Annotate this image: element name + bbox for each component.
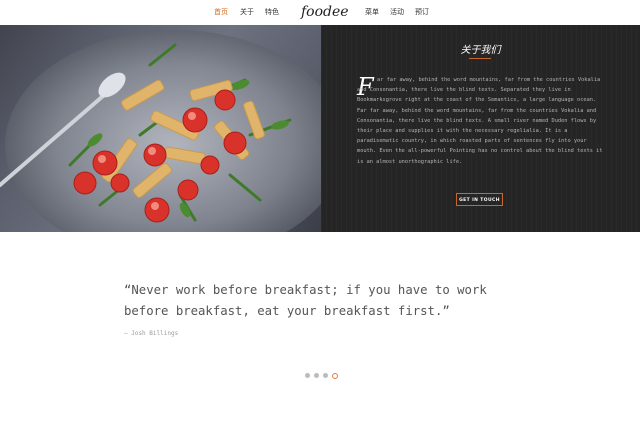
nav-item-home[interactable]: 首页 [214, 0, 228, 25]
nav-item-features[interactable]: 特色 [265, 0, 279, 25]
about-title: 关于我们 [460, 45, 501, 56]
title-divider [469, 58, 491, 59]
carousel-dot[interactable] [323, 373, 328, 378]
top-nav: 首页 关于 特色 foodee 菜单 活动 预订 [0, 0, 640, 25]
carousel-dot-active[interactable] [332, 373, 338, 379]
carousel-dot[interactable] [314, 373, 319, 378]
nav-item-about[interactable]: 关于 [240, 0, 254, 25]
testimonial-author: — Josh Billings [124, 330, 179, 337]
brand-logo[interactable]: foodee [301, 2, 349, 22]
about-text: ar far away, behind the word mountains, … [357, 77, 603, 165]
nav-item-events[interactable]: 活动 [390, 0, 404, 25]
nav-item-menu[interactable]: 菜单 [365, 0, 379, 25]
about-section: 关于我们 F ar far away, behind the word moun… [321, 25, 640, 232]
carousel-dot[interactable] [305, 373, 310, 378]
pasta-dish-image [0, 25, 321, 232]
get-in-touch-button[interactable]: GET IN TOUCH [456, 193, 503, 206]
pasta-illustration [0, 30, 321, 232]
nav-item-reservation[interactable]: 预订 [415, 0, 429, 25]
testimonial-quote: “Never work before breakfast; if you hav… [124, 283, 487, 318]
